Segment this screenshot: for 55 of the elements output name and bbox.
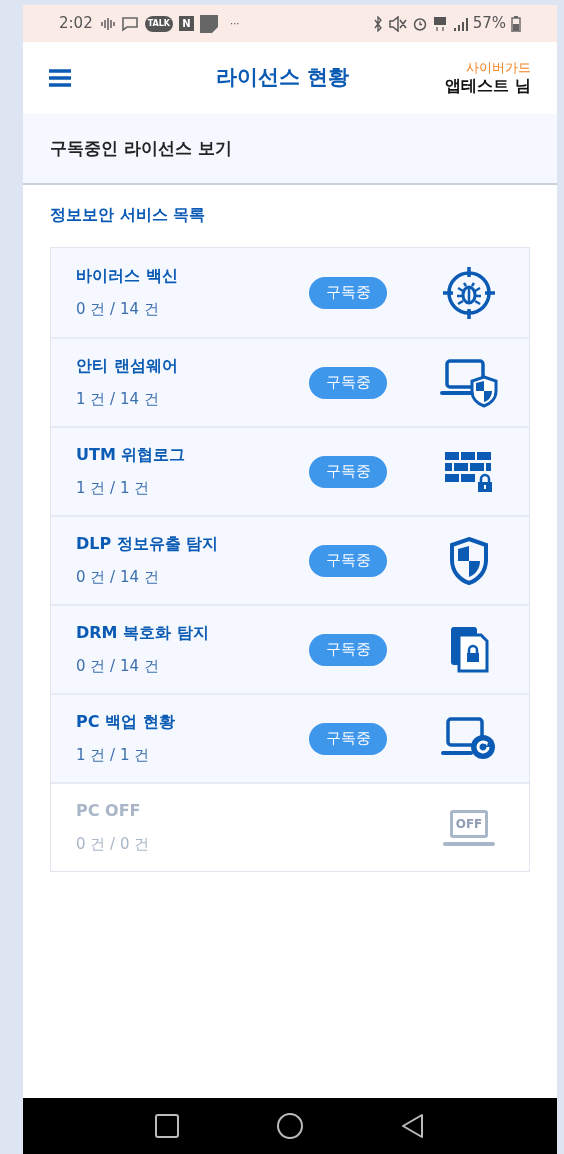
subscribed-badge: 구독중 (309, 633, 387, 666)
brand-name: 사이버가드 (466, 59, 531, 77)
service-row[interactable]: DLP 정보유출 탐지 0 건 / 14 건 구독중 (51, 515, 529, 604)
document-lock-icon (449, 624, 489, 675)
shield-icon (447, 535, 491, 586)
service-name: PC OFF (76, 800, 142, 823)
chat-bubble-icon (120, 15, 139, 32)
service-name: 안티 랜섬웨어 (76, 355, 179, 378)
service-count: 0 건 / 14 건 (76, 299, 160, 321)
service-row[interactable]: 안티 랜섬웨어 1 건 / 14 건 구독중 (51, 337, 529, 426)
brick-wall-lock-icon (443, 449, 495, 494)
n-app-icon: N (179, 16, 194, 31)
bug-target-icon (441, 264, 497, 321)
recent-apps-icon[interactable] (154, 1113, 180, 1139)
service-count: 0 건 / 14 건 (76, 656, 160, 678)
subscribed-badge: 구독중 (309, 722, 387, 755)
service-name: DRM 복호화 탐지 (76, 622, 210, 645)
alarm-clock-icon (412, 16, 427, 31)
page-title: 라이선스 현황 (215, 64, 349, 92)
battery-icon (511, 15, 521, 32)
status-time: 2:02 (59, 13, 93, 35)
bluetooth-icon (372, 15, 383, 32)
voice-wave-icon (100, 17, 115, 30)
service-row[interactable]: PC 백업 현황 1 건 / 1 건 구독중 (51, 693, 529, 782)
service-count: 1 건 / 1 건 (76, 745, 151, 767)
list-title: 정보보안 서비스 목록 (50, 204, 207, 226)
battery-percent: 57% (472, 13, 506, 35)
menu-icon (49, 68, 71, 88)
home-icon[interactable] (276, 1112, 304, 1140)
service-row[interactable]: UTM 위협로그 1 건 / 1 건 구독중 (51, 426, 529, 515)
service-count: 1 건 / 14 건 (76, 389, 160, 411)
user-name: 앱테스트 님 (445, 76, 531, 97)
service-count: 0 건 / 0 건 (76, 834, 151, 856)
section-title: 구독중인 라이선스 보기 (50, 136, 232, 160)
service-row[interactable]: 바이러스 백신 0 건 / 14 건 구독중 (51, 248, 529, 337)
talk-chat-icon: TALK (144, 15, 173, 32)
mute-icon (388, 15, 407, 32)
service-count: 0 건 / 14 건 (76, 567, 160, 589)
subscribed-badge: 구독중 (309, 366, 387, 399)
subscribed-badge: 구독중 (309, 544, 387, 577)
signal-icon (452, 16, 469, 31)
service-row[interactable]: DRM 복호화 탐지 0 건 / 14 건 구독중 (51, 604, 529, 693)
laptop-shield-icon (440, 356, 498, 409)
service-name: DLP 정보유출 탐지 (76, 533, 220, 556)
menu-button[interactable] (49, 68, 71, 88)
back-icon[interactable] (400, 1113, 426, 1139)
service-name: UTM 위협로그 (76, 444, 187, 467)
note-icon (200, 14, 218, 33)
subscribed-badge: 구독중 (309, 455, 387, 488)
laptop-refresh-icon (441, 716, 497, 761)
subscribed-badge: 구독중 (309, 276, 387, 309)
service-count: 1 건 / 1 건 (76, 478, 151, 500)
service-name: 바이러스 백신 (76, 265, 179, 288)
more-notifications: ··· (230, 17, 240, 31)
service-name: PC 백업 현황 (76, 711, 176, 734)
